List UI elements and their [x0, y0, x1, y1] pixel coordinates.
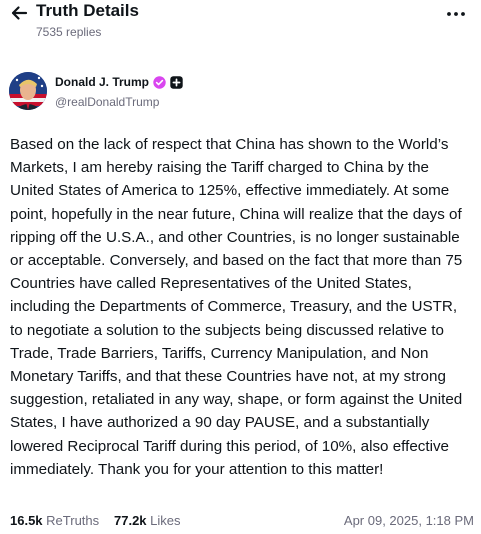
post-footer: 16.5k ReTruths 77.2k Likes Apr 09, 2025,…: [10, 513, 474, 531]
back-button[interactable]: [8, 2, 30, 24]
author-handle[interactable]: @realDonaldTrump: [55, 95, 159, 109]
verified-badge-icon: [153, 75, 166, 89]
page-title: Truth Details: [36, 1, 139, 20]
likes-count: 77.2k: [114, 513, 147, 528]
avatar-image: [9, 72, 47, 110]
arrow-left-icon: [11, 6, 28, 20]
retruths-count: 16.5k: [10, 513, 43, 528]
more-horizontal-icon: [447, 12, 465, 16]
post-body: Based on the lack of respect that China …: [10, 136, 463, 478]
post-author: Donald J. Trump @realDonaldTrump: [9, 72, 469, 112]
more-options-button[interactable]: [445, 5, 467, 23]
avatar[interactable]: [9, 72, 47, 110]
plus-badge-icon: [170, 75, 183, 89]
reply-count: 7535 replies: [36, 25, 102, 39]
author-name-row: Donald J. Trump: [55, 75, 183, 89]
post-timestamp: Apr 09, 2025, 1:18 PM: [343, 513, 474, 528]
retruths-stat[interactable]: 16.5k ReTruths: [10, 513, 99, 528]
likes-label: Likes: [150, 513, 181, 528]
likes-stat[interactable]: 77.2k Likes: [114, 513, 181, 528]
retruths-label: ReTruths: [46, 513, 100, 528]
author-name[interactable]: Donald J. Trump: [55, 75, 149, 89]
page-header: Truth Details 7535 replies: [0, 0, 481, 48]
